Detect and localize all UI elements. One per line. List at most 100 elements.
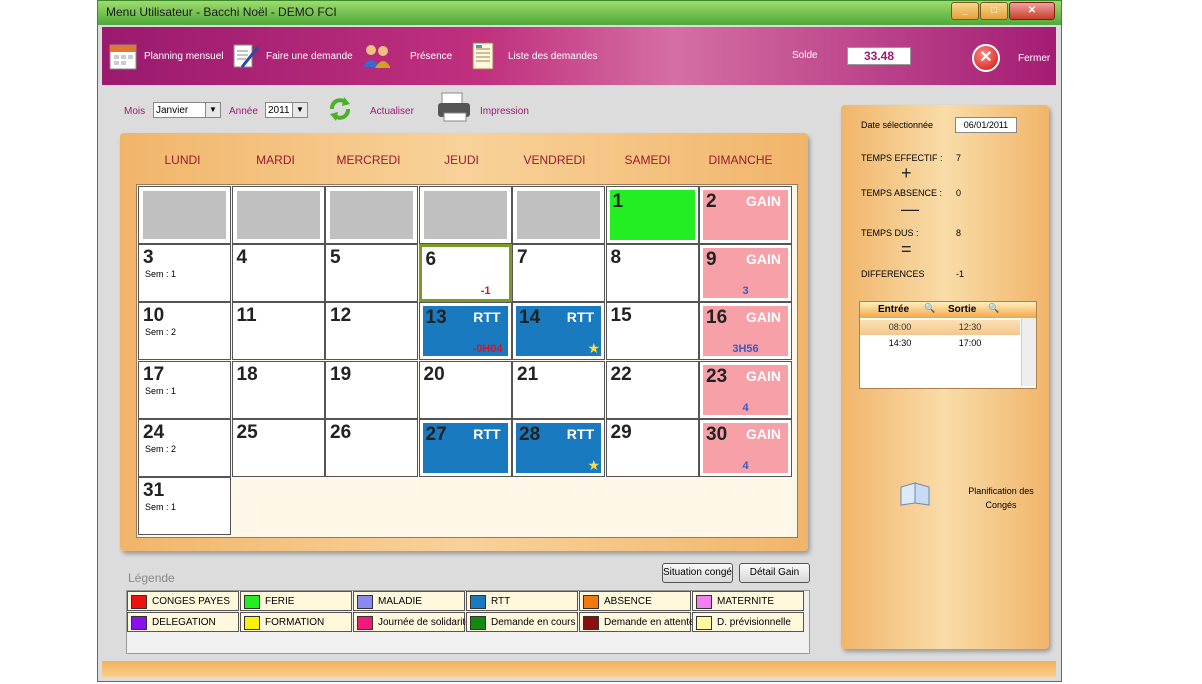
timesheet-row[interactable]: 14:30 17:00 bbox=[860, 336, 1020, 351]
day-header-4: VENDREDI bbox=[523, 153, 586, 167]
calendar-day-cell[interactable]: 29 bbox=[605, 418, 699, 477]
refresh-icon[interactable] bbox=[324, 93, 356, 128]
legend-label: FORMATION bbox=[265, 617, 325, 628]
calendar-day-cell[interactable]: 14 RTT ★ bbox=[512, 302, 605, 361]
day-number: 14 bbox=[519, 307, 541, 329]
calendar-day-cell[interactable]: 22 bbox=[605, 360, 699, 419]
legend-label: MALADIE bbox=[378, 596, 422, 607]
search-icon[interactable]: 🔍 bbox=[988, 303, 999, 314]
calendar-day-cell[interactable]: 25 bbox=[231, 418, 325, 477]
calendar-day-cell[interactable]: 6 -1 bbox=[418, 244, 512, 303]
week-label: Sem : 1 bbox=[145, 385, 177, 396]
fermer-button[interactable]: Fermer bbox=[1018, 53, 1050, 64]
form-pen-icon bbox=[230, 41, 260, 71]
calendar-day-cell[interactable]: 15 bbox=[605, 302, 699, 361]
calendar-day-cell[interactable]: 19 bbox=[325, 360, 418, 419]
day-number: 19 bbox=[330, 363, 352, 385]
entree-cell: 08:00 bbox=[888, 322, 912, 332]
calendar-day-cell[interactable]: 18 bbox=[231, 360, 325, 419]
day-code: RTT bbox=[473, 425, 501, 442]
calendar-day-cell[interactable]: 9 GAIN 3 bbox=[699, 244, 792, 303]
calendar-cell-empty[interactable] bbox=[325, 186, 418, 244]
calendar-day-cell[interactable]: 27 RTT bbox=[418, 418, 512, 477]
legend-swatch bbox=[696, 616, 712, 630]
sortie-cell: 17:00 bbox=[958, 338, 982, 348]
calendar-day-cell[interactable]: 10 Sem : 2 bbox=[138, 302, 231, 361]
calendar-day-cell[interactable]: 2 GAIN bbox=[699, 186, 792, 244]
book-icon[interactable] bbox=[899, 481, 933, 512]
entree-header[interactable]: Entrée bbox=[878, 304, 909, 315]
calendar-day-cell[interactable]: 24 Sem : 2 bbox=[138, 418, 231, 477]
maximize-button[interactable]: □ bbox=[980, 2, 1008, 20]
minimize-button[interactable]: _ bbox=[951, 2, 979, 20]
calendar-day-cell[interactable]: 4 bbox=[231, 244, 325, 303]
day-number: 26 bbox=[330, 421, 352, 443]
sortie-header[interactable]: Sortie bbox=[948, 304, 976, 315]
impression-button[interactable]: Impression bbox=[480, 106, 529, 117]
day-sub-value: 3 bbox=[742, 285, 749, 298]
calendar-day-cell[interactable]: 31 Sem : 1 bbox=[138, 477, 231, 535]
timesheet-table: Entrée 🔍 Sortie 🔍 08:00 12:30 14:30 17:0… bbox=[859, 301, 1037, 389]
legend-item: D. prévisionnelle bbox=[692, 612, 804, 632]
calendar-day-cell[interactable]: 5 bbox=[325, 244, 418, 303]
legend-label: Demande en attente bbox=[604, 617, 695, 628]
window-title: Menu Utilisateur - Bacchi Noël - DEMO FC… bbox=[106, 5, 337, 19]
search-icon[interactable]: 🔍 bbox=[924, 303, 935, 314]
entree-cell: 14:30 bbox=[888, 338, 912, 348]
week-label: Sem : 2 bbox=[145, 327, 177, 338]
legend-label: Demande en cours bbox=[491, 617, 576, 628]
calendar-cell-empty[interactable] bbox=[231, 186, 325, 244]
day-code: GAIN bbox=[746, 367, 781, 384]
day-sub-value: -0H04 bbox=[472, 343, 503, 356]
legend-swatch bbox=[357, 595, 373, 609]
liste-des-demandes-button[interactable]: Liste des demandes bbox=[468, 41, 598, 71]
week-label: Sem : 2 bbox=[145, 443, 177, 454]
calendar-day-cell[interactable]: 20 bbox=[418, 360, 512, 419]
calendar-day-cell[interactable]: 28 RTT ★ bbox=[512, 418, 605, 477]
legend-swatch bbox=[470, 595, 486, 609]
legend-title: Légende bbox=[128, 571, 175, 585]
calendar-day-cell[interactable]: 23 GAIN 4 bbox=[699, 360, 792, 419]
actualiser-button[interactable]: Actualiser bbox=[370, 106, 414, 117]
close-icon[interactable]: ✕ bbox=[972, 44, 1000, 72]
detail-gain-button[interactable]: Détail Gain bbox=[739, 563, 810, 583]
chevron-down-icon[interactable]: ▼ bbox=[205, 103, 220, 117]
calendar-day-cell[interactable]: 3 Sem : 1 bbox=[138, 244, 231, 303]
calendar-day-cell[interactable]: 12 bbox=[325, 302, 418, 361]
date-selected-field[interactable]: 06/01/2011 bbox=[955, 117, 1017, 133]
calendar-day-cell[interactable]: 13 RTT -0H04 bbox=[418, 302, 512, 361]
faire-une-demande-button[interactable]: Faire une demande bbox=[230, 41, 353, 71]
mois-select[interactable]: Janvier ▼ bbox=[153, 102, 221, 118]
day-header-0: LUNDI bbox=[164, 153, 201, 167]
temps-absence-value: 0 bbox=[956, 188, 962, 198]
calendar-day-cell[interactable]: 7 bbox=[512, 244, 605, 303]
calendar-day-cell[interactable]: 16 GAIN 3H56 bbox=[699, 302, 792, 361]
annee-select[interactable]: 2011 ▼ bbox=[265, 102, 308, 118]
calendar-day-cell[interactable]: 26 bbox=[325, 418, 418, 477]
presence-button[interactable]: Présence bbox=[360, 41, 452, 71]
calendar-cell-empty[interactable] bbox=[138, 186, 231, 244]
calendar-day-cell[interactable]: 8 bbox=[605, 244, 699, 303]
calendar-cell-empty[interactable] bbox=[512, 186, 605, 244]
calendar-cell-empty[interactable] bbox=[418, 186, 512, 244]
window-close-button[interactable]: ✕ bbox=[1009, 2, 1055, 20]
timesheet-row[interactable]: 08:00 12:30 bbox=[860, 320, 1020, 335]
situation-conge-button[interactable]: Situation congé bbox=[662, 563, 733, 583]
calendar-day-cell[interactable]: 30 GAIN 4 bbox=[699, 418, 792, 477]
calendar-day-cell[interactable]: 1 bbox=[605, 186, 699, 244]
printer-icon[interactable] bbox=[436, 91, 476, 128]
day-number: 5 bbox=[330, 247, 341, 269]
legend-swatch bbox=[357, 616, 373, 630]
chevron-down-icon[interactable]: ▼ bbox=[292, 103, 307, 117]
calendar-icon bbox=[108, 41, 138, 71]
calendar-day-cell[interactable]: 11 bbox=[231, 302, 325, 361]
calendar-day-cell[interactable]: 21 bbox=[512, 360, 605, 419]
day-number: 16 bbox=[706, 307, 728, 329]
planning-mensuel-button[interactable]: Planning mensuel bbox=[108, 41, 224, 71]
legend-swatch bbox=[131, 595, 147, 609]
scrollbar[interactable] bbox=[1021, 318, 1036, 386]
day-header-5: SAMEDI bbox=[624, 153, 671, 167]
calendar-day-cell[interactable]: 17 Sem : 1 bbox=[138, 360, 231, 419]
planification-conges-button[interactable]: Planification des Congés bbox=[966, 484, 1036, 512]
legend-label: CONGES PAYES bbox=[152, 596, 230, 607]
